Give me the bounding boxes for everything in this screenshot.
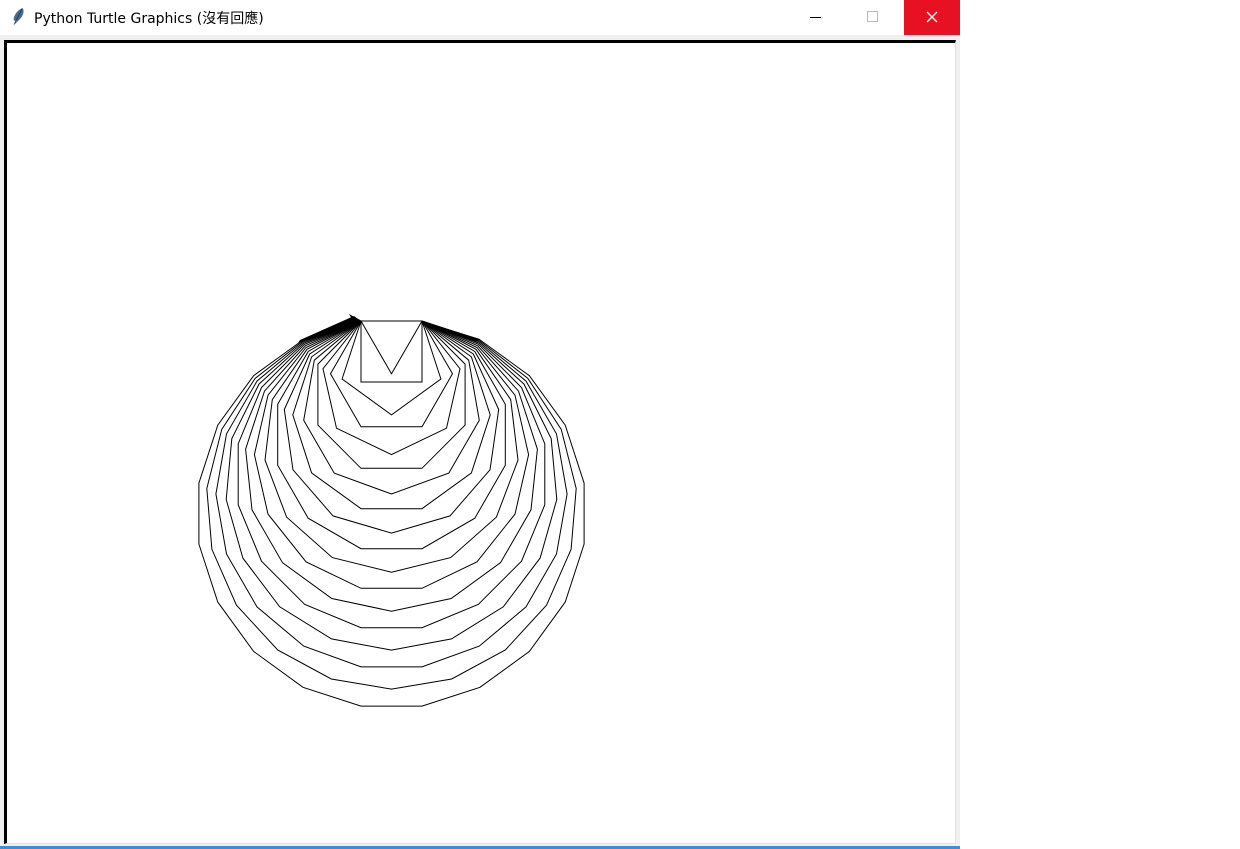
title-bar[interactable]: Python Turtle Graphics (沒有回應)	[0, 0, 960, 35]
maximize-button[interactable]	[844, 0, 900, 35]
turtle-canvas[interactable]	[4, 40, 956, 844]
close-button[interactable]	[904, 0, 960, 35]
turtle-window: Python Turtle Graphics (沒有回應)	[0, 0, 960, 849]
close-icon	[926, 11, 938, 23]
maximize-icon	[867, 11, 878, 22]
minimize-icon	[810, 17, 821, 18]
minimize-button[interactable]	[788, 0, 844, 35]
window-title: Python Turtle Graphics (沒有回應)	[34, 11, 264, 27]
feather-icon	[13, 8, 24, 25]
